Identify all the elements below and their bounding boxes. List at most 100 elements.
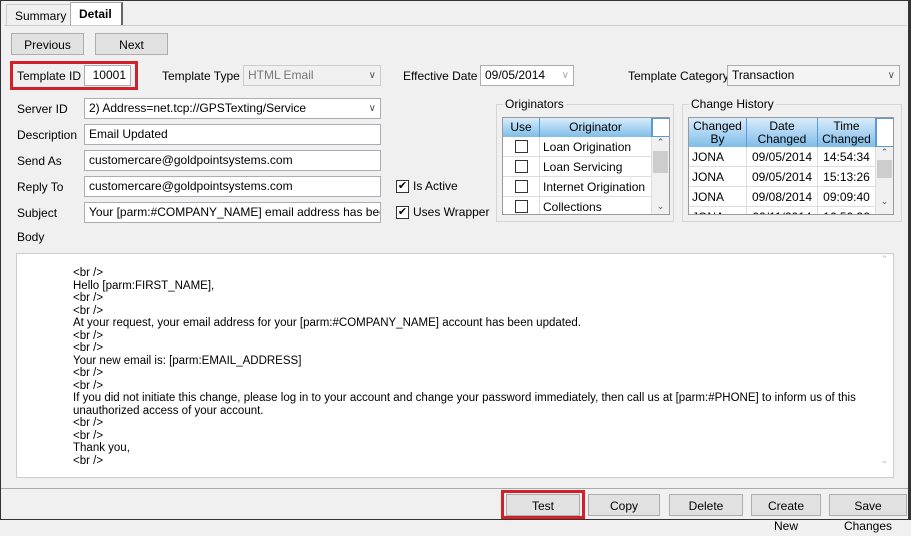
template-category-select[interactable]: Transaction ∨ xyxy=(727,65,900,86)
tab-detail[interactable]: Detail xyxy=(70,2,123,26)
reply-to-label: Reply To xyxy=(17,180,64,194)
scroll-thumb[interactable] xyxy=(877,160,892,178)
change-history-title: Change History xyxy=(689,97,776,111)
originator-row[interactable]: Loan Servicing xyxy=(503,157,654,177)
use-cell[interactable] xyxy=(503,157,540,176)
tab-summary[interactable]: Summary xyxy=(6,4,76,26)
date-changed: 09/05/2014 xyxy=(747,147,818,166)
body-line: <br /> xyxy=(73,342,104,354)
originator-name: Loan Servicing xyxy=(540,157,652,176)
footer-divider xyxy=(1,488,908,489)
use-checkbox[interactable] xyxy=(514,140,528,153)
next-button[interactable]: Next xyxy=(95,33,168,55)
body-editor[interactable]: <br /> Hello [parm:FIRST_NAME], <br /> <br … xyxy=(16,253,894,478)
originators-grid: Use Originator Loan Origination Loan Serv… xyxy=(502,117,670,215)
header-corner xyxy=(652,118,669,137)
originator-row[interactable]: Collections xyxy=(503,197,654,214)
body-line: <br /> xyxy=(73,329,104,342)
body-line: Hello [parm:FIRST_NAME], xyxy=(73,279,215,292)
originator-row[interactable]: Loan Origination xyxy=(503,137,654,157)
body-line: Thank you, xyxy=(73,442,130,454)
body-line: Your new email is: [parm:EMAIL_ADDRESS] xyxy=(73,354,302,367)
history-row[interactable]: JONA 09/08/2014 09:09:40 xyxy=(689,187,876,207)
scroll-up-icon[interactable]: ⌃ xyxy=(876,147,893,158)
body-line: <br /> xyxy=(73,367,104,379)
body-scrollbar[interactable]: ⌃ ⌄ xyxy=(876,254,893,477)
template-category-value: Transaction xyxy=(732,68,795,82)
history-row[interactable]: JONA 09/05/2014 14:54:34 xyxy=(689,147,876,167)
scroll-down-icon[interactable]: ⌄ xyxy=(876,196,893,207)
server-id-select[interactable]: 2) Address=net.tcp://GPSTexting/Service ∨ xyxy=(84,98,381,119)
column-header-time-changed[interactable]: Time Changed xyxy=(818,118,876,147)
send-as-input[interactable]: customercare@goldpointsystems.com xyxy=(84,150,381,171)
reply-to-input[interactable]: customercare@goldpointsystems.com xyxy=(84,176,381,197)
history-row[interactable]: JONA 09/05/2014 15:13:26 xyxy=(689,167,876,187)
chevron-down-icon: ∨ xyxy=(368,103,376,114)
body-line: <br /> xyxy=(73,304,104,317)
column-header-originator[interactable]: Originator xyxy=(540,118,652,137)
changed-by: JONA xyxy=(689,207,747,214)
change-history-grid: Changed By Date Changed Time Changed JON… xyxy=(688,117,894,215)
scroll-up-icon[interactable]: ⌃ xyxy=(876,254,893,265)
description-input[interactable]: Email Updated xyxy=(84,124,381,145)
scroll-thumb[interactable] xyxy=(653,151,668,173)
effective-date-picker[interactable]: 09/05/2014 ∨ xyxy=(480,65,574,86)
scroll-down-icon[interactable]: ⌄ xyxy=(876,455,893,466)
create-new-button[interactable]: Create New xyxy=(751,494,821,533)
is-active-label: Is Active xyxy=(413,179,458,193)
changed-by: JONA xyxy=(689,147,747,166)
subject-input[interactable]: Your [parm:#COMPANY_NAME] email address … xyxy=(84,202,381,223)
time-changed: 09:09:40 xyxy=(818,187,876,206)
date-changed: 09/08/2014 xyxy=(747,187,818,206)
check-icon: ✔ xyxy=(396,206,409,220)
is-active-checkbox[interactable]: ✔ Is Active xyxy=(396,179,458,194)
template-type-value: HTML Email xyxy=(248,68,314,82)
column-header-changed-by[interactable]: Changed By xyxy=(689,118,747,147)
previous-button[interactable]: Previous xyxy=(11,33,84,55)
body-line: <br /> xyxy=(73,417,104,429)
scroll-up-icon[interactable]: ⌃ xyxy=(652,137,669,148)
time-changed: 15:13:26 xyxy=(818,167,876,186)
template-type-label: Template Type xyxy=(162,69,240,83)
uses-wrapper-label: Uses Wrapper xyxy=(413,205,490,219)
history-header: Changed By Date Changed Time Changed xyxy=(689,118,893,147)
template-category-label: Template Category xyxy=(628,69,729,83)
template-id-label: Template ID xyxy=(17,69,82,83)
history-row[interactable]: JONA09/11/201416:50:36 xyxy=(689,207,876,214)
send-as-label: Send As xyxy=(17,154,62,168)
originators-header: Use Originator xyxy=(503,118,669,137)
chevron-down-icon: ∨ xyxy=(368,70,376,81)
originator-name: Internet Origination xyxy=(540,177,652,196)
use-checkbox[interactable] xyxy=(514,180,528,193)
test-button[interactable]: Test xyxy=(506,494,580,516)
use-cell[interactable] xyxy=(503,197,540,214)
template-type-select[interactable]: HTML Email ∨ xyxy=(243,65,381,86)
use-cell[interactable] xyxy=(503,177,540,196)
use-checkbox[interactable] xyxy=(514,200,528,213)
time-changed: 16:50:36 xyxy=(818,207,876,214)
column-header-use[interactable]: Use xyxy=(503,118,540,137)
history-scrollbar[interactable]: ⌃ ⌄ xyxy=(876,147,893,214)
description-label: Description xyxy=(17,128,78,142)
body-line: <br /> xyxy=(73,267,104,279)
body-label: Body xyxy=(17,230,45,244)
save-changes-button[interactable]: Save Changes xyxy=(829,494,907,533)
body-line: If you did not initiate this change, ple… xyxy=(73,392,860,417)
uses-wrapper-checkbox[interactable]: ✔ Uses Wrapper xyxy=(396,205,490,220)
column-header-date-changed[interactable]: Date Changed xyxy=(747,118,818,147)
scroll-down-icon[interactable]: ⌄ xyxy=(652,201,669,212)
originator-row[interactable]: Internet Origination xyxy=(503,177,654,197)
changed-by: JONA xyxy=(689,187,747,206)
copy-button[interactable]: Copy xyxy=(588,494,660,516)
template-id-input[interactable]: 10001 xyxy=(84,65,131,86)
date-changed: 09/11/2014 xyxy=(747,207,818,214)
chevron-down-icon: ∨ xyxy=(561,70,569,81)
use-checkbox[interactable] xyxy=(514,160,528,173)
originators-scrollbar[interactable]: ⌃ ⌄ xyxy=(652,137,669,214)
check-icon: ✔ xyxy=(396,180,409,194)
delete-button[interactable]: Delete xyxy=(669,494,743,516)
header-corner xyxy=(876,118,893,147)
effective-date-value: 09/05/2014 xyxy=(485,68,546,82)
use-cell[interactable] xyxy=(503,137,540,156)
changed-by: JONA xyxy=(689,167,747,186)
